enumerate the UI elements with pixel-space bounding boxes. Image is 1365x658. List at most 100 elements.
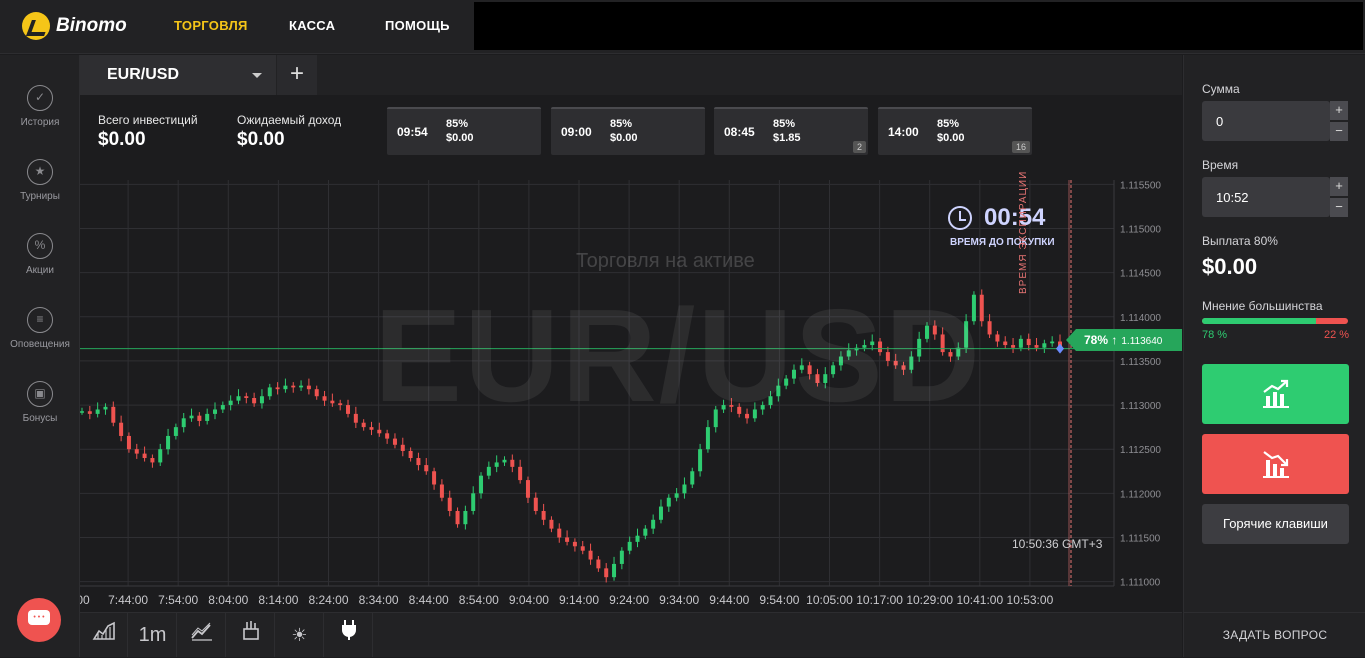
candle-body [275, 387, 280, 390]
candle-body [244, 396, 249, 399]
amount-increase-button[interactable]: + [1330, 101, 1348, 120]
time-input[interactable] [1202, 177, 1330, 217]
price-chart[interactable]: 4:00 7:44:00 7:54:00 8:04:00 8:14:00 8:24:00 8… [80, 171, 1182, 612]
candle-body [541, 510, 546, 520]
candle-body [596, 559, 601, 569]
logo[interactable]: Binomo [22, 12, 127, 40]
sidebar-item-bonuses[interactable]: ▣ Бонусы [0, 381, 80, 424]
candle-body [1026, 338, 1031, 346]
candle-body [588, 550, 593, 560]
nav-help[interactable]: ПОМОЩЬ [385, 18, 450, 33]
x-tick-label: 8:44:00 [409, 593, 449, 607]
buy-down-button[interactable] [1202, 434, 1349, 494]
nav-cashier[interactable]: КАССА [289, 18, 335, 33]
majority-up-percent: 78 % [1202, 329, 1228, 341]
majority-opinion-bar [1202, 318, 1348, 324]
x-tick-label: 7:44:00 [108, 593, 148, 607]
option-card[interactable]: 09:54 85% $0.00 [387, 107, 541, 155]
option-time: 14:00 [888, 125, 919, 139]
candle-body [228, 400, 233, 406]
time-label: Время [1202, 158, 1239, 172]
price-tag-value: 1.113640 [1121, 336, 1163, 347]
option-value: $0.00 [446, 132, 474, 144]
option-value: $0.00 [610, 132, 638, 144]
asset-selector[interactable]: EUR/USD [80, 55, 276, 95]
candle-body [400, 444, 405, 451]
area-chart-icon[interactable] [80, 613, 128, 657]
sidebar-item-label: История [20, 117, 60, 128]
candle-body [1042, 343, 1047, 348]
timeframe-selector[interactable]: 1m [129, 613, 177, 657]
total-investment: Всего инвестиций $0.00 [98, 113, 198, 151]
sidebar-item-promotions[interactable]: % Акции [0, 233, 80, 276]
buy-up-button[interactable] [1202, 364, 1349, 424]
option-value: $0.00 [937, 132, 965, 144]
option-time: 08:45 [724, 125, 755, 139]
option-card[interactable]: 08:45 85% $1.85 2 [714, 107, 868, 155]
chart-toolbar: 1m ☀ [80, 612, 1182, 657]
add-asset-button[interactable]: + [277, 55, 317, 95]
amount-label: Сумма [1202, 82, 1240, 96]
time-increase-button[interactable]: + [1330, 177, 1348, 196]
x-tick-label: 9:24:00 [609, 593, 649, 607]
x-tick-label: 9:34:00 [659, 593, 699, 607]
candle-body [385, 433, 390, 439]
y-tick-label: 1.112500 [1120, 445, 1161, 456]
candle-body [205, 413, 210, 421]
expiry-label: ВРЕМЯ ЭКСПИРАЦИИ [1018, 170, 1029, 294]
candle-body [995, 334, 1000, 342]
amount-input[interactable] [1202, 101, 1330, 141]
x-tick-label: 10:05:00 [806, 593, 853, 607]
sidebar-item-tournaments[interactable]: ★ Турниры [0, 159, 80, 202]
plug-icon[interactable] [325, 613, 373, 657]
asset-name: EUR/USD [107, 66, 180, 83]
candle-body [119, 422, 124, 436]
candle-body [252, 398, 257, 404]
x-tick-label: 8:04:00 [208, 593, 248, 607]
pencil-cup-icon[interactable] [227, 613, 275, 657]
candle-body [518, 466, 523, 481]
x-tick-label: 8:14:00 [258, 593, 298, 607]
hotkeys-button[interactable]: Горячие клавиши [1202, 504, 1349, 544]
sidebar-item-label: Турниры [20, 191, 60, 202]
candle-body [338, 403, 343, 406]
ask-question-button[interactable]: ЗАДАТЬ ВОПРОС [1184, 612, 1365, 657]
y-tick-label: 1.115500 [1120, 180, 1161, 191]
trophy-icon: ★ [27, 159, 53, 185]
amount-decrease-button[interactable]: − [1330, 122, 1348, 141]
option-card[interactable]: 14:00 85% $0.00 16 [878, 107, 1032, 155]
indicators-icon[interactable] [178, 613, 226, 657]
sidebar-item-notifications[interactable]: ≡ Оповещения [0, 307, 80, 350]
left-sidebar: ✓ История ★ Турниры % Акции ≡ Оповещения… [0, 55, 80, 657]
expected-income-label: Ожидаемый доход [237, 113, 342, 127]
option-card[interactable]: 09:00 85% $0.00 [551, 107, 705, 155]
trade-panel: Сумма + − Время + − Выплата 80% $0.00 Мн… [1183, 55, 1365, 657]
candle-body [666, 497, 671, 507]
chat-support-icon[interactable] [17, 598, 61, 642]
total-investment-value: $0.00 [98, 129, 146, 150]
sun-icon[interactable]: ☀ [276, 613, 324, 657]
timer-value: 00:54 [984, 204, 1046, 231]
candle-body [299, 385, 304, 388]
candle-body [987, 321, 992, 335]
nav-trade[interactable]: ТОРГОВЛЯ [174, 18, 248, 33]
sidebar-item-history[interactable]: ✓ История [0, 85, 80, 128]
candle-body [447, 497, 452, 511]
x-tick-label: 10:53:00 [1007, 593, 1054, 607]
x-tick-label: 8:34:00 [359, 593, 399, 607]
candle-body [565, 537, 570, 542]
clock-icon [948, 206, 972, 230]
candle-body [604, 568, 609, 578]
candle-body [619, 550, 624, 564]
candle-body [502, 459, 507, 463]
server-time: 10:50:36 GMT+3 [1012, 537, 1103, 551]
x-tick-label: 10:41:00 [956, 593, 1003, 607]
x-tick-label: 9:54:00 [759, 593, 799, 607]
time-decrease-button[interactable]: − [1330, 198, 1348, 217]
candle-body [322, 396, 327, 401]
candle-body [510, 459, 515, 467]
option-count-badge: 2 [852, 141, 866, 153]
candle-body [580, 546, 585, 551]
option-percent: 85% [610, 118, 633, 130]
candle-body [1018, 338, 1023, 348]
